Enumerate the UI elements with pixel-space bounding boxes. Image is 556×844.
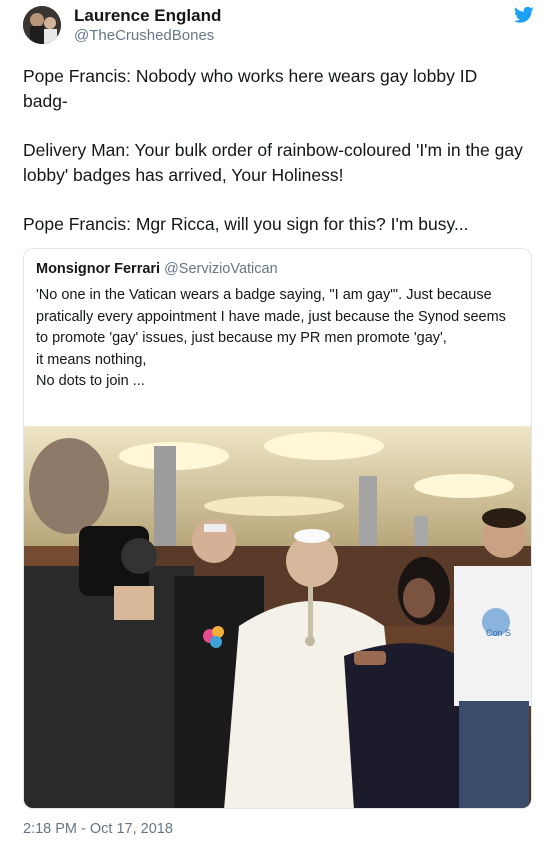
quoted-display-name: Monsignor Ferrari <box>36 261 161 277</box>
tweet-paragraph: Pope Francis: Mgr Ricca, will you sign f… <box>23 214 469 234</box>
author-avatar[interactable] <box>23 6 61 44</box>
author-display-name[interactable]: Laurence England <box>74 6 221 26</box>
author-handle[interactable]: @TheCrushedBones <box>74 27 214 44</box>
twitter-bird-icon[interactable] <box>514 6 534 24</box>
quoted-handle: @ServizioVatican <box>164 261 278 277</box>
tweet-body: Pope Francis: Nobody who works here wear… <box>23 64 523 261</box>
quoted-tweet-card[interactable]: Monsignor Ferrari @ServizioVatican 'No on… <box>23 248 532 809</box>
quoted-tweet-photo[interactable]: Con S <box>24 426 532 809</box>
tweet-paragraph: Delivery Man: Your bulk order of rainbow… <box>23 140 523 185</box>
tweet-timestamp[interactable]: 2:18 PM - Oct 17, 2018 <box>23 821 173 837</box>
quoted-tweet-text: 'No one in the Vatican wears a badge say… <box>36 287 506 389</box>
avatar-image <box>23 6 61 44</box>
quoted-tweet-header: Monsignor Ferrari @ServizioVatican <box>36 261 278 277</box>
tweet-paragraph: Pope Francis: Nobody who works here wear… <box>23 66 478 111</box>
photo-shirt-text: Con S <box>486 628 511 638</box>
